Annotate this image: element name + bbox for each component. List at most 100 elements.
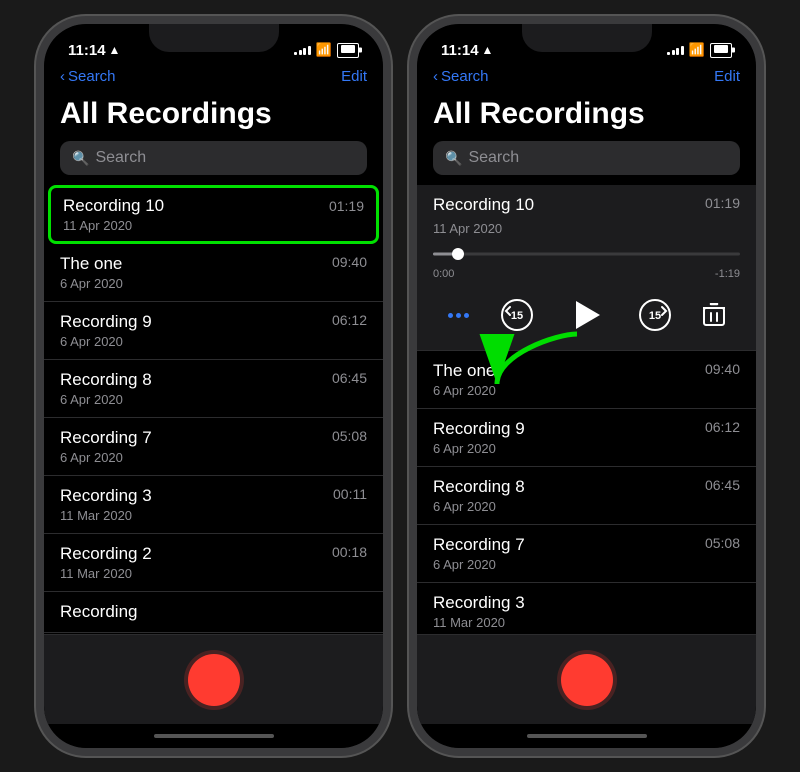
recording-date-4: 6 Apr 2020: [60, 450, 367, 465]
recording-name-2: Recording 9: [60, 312, 367, 332]
location-icon-right: ▲: [482, 43, 494, 57]
playback-expanded: Recording 10 01:19 11 Apr 2020 0:00 -1:1…: [417, 185, 756, 351]
list-item[interactable]: Recording 7 6 Apr 2020 05:08: [44, 418, 383, 476]
list-item[interactable]: Recording 9 6 Apr 2020 06:12: [417, 409, 756, 467]
rdur-r2: 06:45: [705, 477, 740, 493]
list-item[interactable]: The one 6 Apr 2020 09:40: [417, 351, 756, 409]
recording-item-highlighted[interactable]: Recording 10 11 Apr 2020 01:19: [48, 185, 379, 244]
skip-forward-button[interactable]: 15: [637, 297, 673, 333]
list-item[interactable]: Recording 7 6 Apr 2020 05:08: [417, 525, 756, 583]
phone-left: 11:14 ▲ 📶 ‹ Search: [36, 16, 391, 756]
back-chevron-right: ‹: [433, 68, 438, 85]
svg-text:15: 15: [649, 310, 661, 322]
home-bar-right: [527, 734, 647, 738]
time-left: 11:14: [68, 42, 106, 59]
record-button-right[interactable]: [561, 654, 613, 706]
list-item[interactable]: The one 6 Apr 2020 09:40: [44, 244, 383, 302]
remaining-time: -1:19: [715, 268, 740, 280]
bottom-bar-right: [417, 634, 756, 724]
time-right: 11:14: [441, 42, 479, 59]
scrubber-times: 0:00 -1:19: [433, 268, 740, 280]
dot-3: [464, 313, 469, 318]
back-button-left[interactable]: ‹ Search: [60, 68, 116, 85]
list-item[interactable]: Recording 3 11 Mar 2020 00:11: [44, 476, 383, 534]
nav-bar-left: ‹ Search Edit: [44, 68, 383, 89]
search-icon-left: 🔍: [72, 150, 89, 167]
record-button-left[interactable]: [188, 654, 240, 706]
search-bar-right[interactable]: 🔍 Search: [433, 141, 740, 175]
recording-date-0: 11 Apr 2020: [63, 218, 364, 233]
screen-right: 11:14 ▲ 📶 ‹ Search: [417, 24, 756, 748]
recording-name-7: Recording: [60, 602, 367, 622]
skip-forward-icon: 15: [637, 297, 673, 333]
edit-button-right[interactable]: Edit: [714, 68, 740, 85]
recording-name-3: Recording 8: [60, 370, 367, 390]
search-placeholder-right: Search: [468, 149, 519, 167]
rname-r3: Recording 7: [433, 535, 740, 555]
scrubber-track: [433, 253, 740, 256]
scrubber[interactable]: [433, 244, 740, 264]
recording-date-5: 11 Mar 2020: [60, 508, 367, 523]
back-button-right[interactable]: ‹ Search: [433, 68, 489, 85]
svg-text:15: 15: [511, 310, 523, 322]
list-item[interactable]: Recording 2 11 Mar 2020 00:18: [44, 534, 383, 592]
search-placeholder-left: Search: [95, 149, 146, 167]
playback-duration: 01:19: [705, 195, 740, 211]
list-item[interactable]: Recording 3 11 Mar 2020: [417, 583, 756, 634]
recording-name-1: The one: [60, 254, 367, 274]
rdur-r1: 06:12: [705, 419, 740, 435]
search-bar-left[interactable]: 🔍 Search: [60, 141, 367, 175]
recording-date-2: 6 Apr 2020: [60, 334, 367, 349]
play-button[interactable]: [565, 294, 607, 336]
search-icon-right: 🔍: [445, 150, 462, 167]
recordings-list-left: Recording 10 11 Apr 2020 01:19 The one 6…: [44, 185, 383, 634]
rdur-r0: 09:40: [705, 361, 740, 377]
rname-r1: Recording 9: [433, 419, 740, 439]
recording-date-6: 11 Mar 2020: [60, 566, 367, 581]
recording-dur-0: 01:19: [329, 198, 364, 214]
current-time: 0:00: [433, 268, 454, 280]
nav-bar-right: ‹ Search Edit: [417, 68, 756, 89]
list-item[interactable]: Recording 9 6 Apr 2020 06:12: [44, 302, 383, 360]
rname-r0: The one: [433, 361, 740, 381]
page-title-left: All Recordings: [44, 89, 383, 141]
recordings-list-right: The one 6 Apr 2020 09:40 Recording 9 6 A…: [417, 351, 756, 634]
recording-name-4: Recording 7: [60, 428, 367, 448]
home-bar-left: [154, 734, 274, 738]
page-title-right: All Recordings: [417, 89, 756, 141]
list-item[interactable]: Recording 8 6 Apr 2020 06:45: [44, 360, 383, 418]
playback-controls: 15 15: [433, 290, 740, 340]
list-item[interactable]: Recording 8 6 Apr 2020 06:45: [417, 467, 756, 525]
play-icon: [576, 301, 600, 329]
recording-dur-6: 00:18: [332, 544, 367, 560]
notch-right: [522, 24, 652, 52]
playback-title: Recording 10: [433, 195, 534, 215]
dot-1: [448, 313, 453, 318]
back-label-right: Search: [441, 68, 489, 85]
recording-dur-1: 09:40: [332, 254, 367, 270]
skip-back-button[interactable]: 15: [499, 297, 535, 333]
battery-icon-left: [337, 43, 359, 58]
recording-dur-4: 05:08: [332, 428, 367, 444]
rdur-r3: 05:08: [705, 535, 740, 551]
scrubber-thumb: [452, 248, 464, 260]
trash-icon: [703, 303, 725, 327]
rname-r4: Recording 3: [433, 593, 740, 613]
dots-icon: [448, 313, 469, 318]
wifi-icon-right: 📶: [689, 42, 705, 58]
status-icons-right: 📶: [667, 42, 732, 58]
recording-date-3: 6 Apr 2020: [60, 392, 367, 407]
more-options-button[interactable]: [448, 313, 469, 318]
delete-button[interactable]: [703, 303, 725, 327]
edit-button-left[interactable]: Edit: [341, 68, 367, 85]
wifi-icon-left: 📶: [316, 42, 332, 58]
recording-dur-2: 06:12: [332, 312, 367, 328]
recording-dur-3: 06:45: [332, 370, 367, 386]
bottom-bar-left: [44, 634, 383, 724]
signal-right: [667, 46, 684, 55]
recording-name-0: Recording 10: [63, 196, 364, 216]
skip-back-icon: 15: [499, 297, 535, 333]
phone-right: 11:14 ▲ 📶 ‹ Search: [409, 16, 764, 756]
screen-left: 11:14 ▲ 📶 ‹ Search: [44, 24, 383, 748]
list-item[interactable]: Recording: [44, 592, 383, 633]
